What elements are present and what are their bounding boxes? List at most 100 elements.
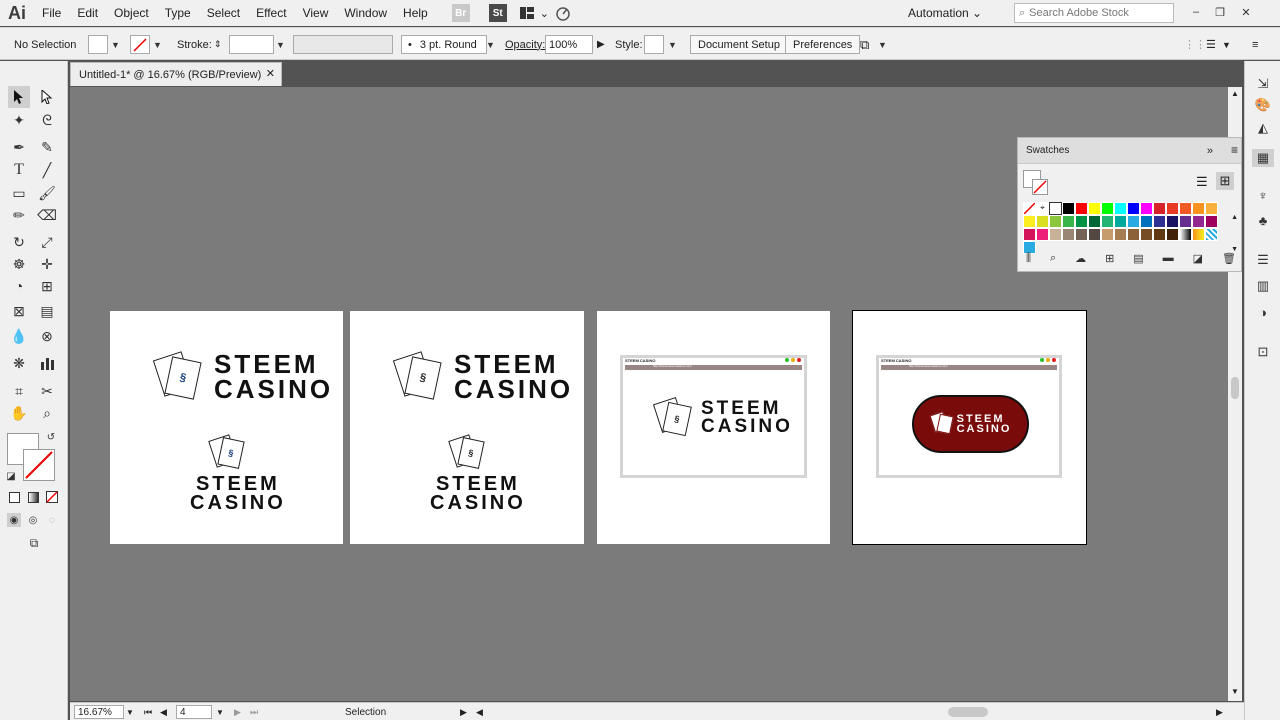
swatch-kind-icon[interactable]: ⌕ — [1050, 252, 1056, 265]
menu-select[interactable]: Select — [199, 0, 248, 26]
arrange-icon[interactable]: ☰ — [1206, 35, 1216, 54]
warp-tool-icon[interactable]: ☸ — [8, 253, 30, 275]
opacity-input[interactable]: 100% — [545, 35, 593, 54]
artboard-2[interactable]: § STEEM CASINO § STEEM CASINO — [350, 311, 584, 544]
swatch[interactable] — [1062, 202, 1075, 215]
scroll-up-icon[interactable]: ▲ — [1231, 89, 1239, 98]
delete-icon[interactable]: 🗑 — [1222, 252, 1236, 265]
transparency-icon[interactable]: ◑ — [1254, 303, 1272, 321]
stroke-color-box[interactable] — [23, 449, 55, 481]
swatch[interactable] — [1114, 228, 1127, 241]
rotate-tool-icon[interactable]: ↻ — [8, 231, 30, 253]
workspace-switcher[interactable]: Automation ⌄ — [908, 0, 982, 26]
appearance-icon[interactable]: ⊡ — [1254, 343, 1272, 361]
gradient-mode-icon[interactable] — [26, 490, 40, 504]
artboard-tool-icon[interactable]: ⌗ — [8, 380, 30, 402]
new-group-icon[interactable]: ▬ — [1163, 252, 1174, 265]
magic-wand-tool-icon[interactable]: ✦ — [8, 109, 30, 131]
list-view-icon[interactable]: ☰ — [1196, 174, 1208, 190]
menu-effect[interactable]: Effect — [248, 0, 294, 26]
eyedropper-tool-icon[interactable]: 💧 — [8, 325, 30, 347]
chevron-down-icon[interactable]: ▼ — [276, 35, 285, 54]
blend-tool-icon[interactable]: ⊗ — [36, 325, 58, 347]
swap-colors-icon[interactable]: ↺ — [44, 430, 58, 444]
chevron-down-icon[interactable]: ▼ — [216, 705, 224, 719]
selection-tool-icon[interactable] — [8, 86, 30, 108]
scale-tool-icon[interactable]: ⤢ — [36, 231, 58, 253]
artboard-1[interactable]: § STEEM CASINO § STEEM CASINO — [110, 311, 343, 544]
preferences-button[interactable]: Preferences — [785, 35, 861, 54]
mesh-tool-icon[interactable]: ⊠ — [8, 300, 30, 322]
eraser-tool-icon[interactable]: ⌫ — [36, 204, 58, 226]
color-group-icon[interactable]: ▤ — [1133, 252, 1143, 265]
swatch[interactable] — [1153, 202, 1166, 215]
artboard-4[interactable]: STEEM CASINO http://www.steemcasino.com/… — [852, 310, 1087, 545]
gpu-performance-icon[interactable] — [555, 4, 571, 22]
menu-help[interactable]: Help — [395, 0, 436, 26]
swatch[interactable] — [1062, 215, 1075, 228]
swatch-libraries-icon[interactable]: ⫼ — [1026, 252, 1031, 265]
style-swatch[interactable] — [644, 35, 664, 54]
stroke-label[interactable]: Stroke: — [177, 35, 212, 54]
hand-tool-icon[interactable]: ✋ — [8, 402, 30, 424]
swatch[interactable] — [1179, 215, 1192, 228]
cloud-library-icon[interactable]: ☁ — [1075, 252, 1086, 265]
opacity-label[interactable]: Opacity: — [505, 35, 545, 54]
status-menu-icon[interactable]: ▶ — [460, 705, 467, 719]
shaper-tool-icon[interactable]: ✏ — [8, 204, 30, 226]
swatch[interactable] — [1127, 202, 1140, 215]
restore-button[interactable]: ❐ — [1210, 3, 1230, 21]
color-mode-icon[interactable] — [7, 490, 21, 504]
direct-selection-tool-icon[interactable] — [36, 86, 58, 108]
fill-swatch[interactable] — [88, 35, 108, 54]
draw-normal-icon[interactable]: ◉ — [7, 513, 21, 527]
scroll-left-icon[interactable]: ◀ — [476, 705, 483, 719]
last-artboard-icon[interactable]: ⏭ — [250, 705, 258, 719]
stroke-icon[interactable]: ☰ — [1254, 251, 1272, 269]
line-tool-icon[interactable]: ╱ — [36, 159, 58, 181]
symbol-sprayer-tool-icon[interactable]: ❋ — [8, 352, 30, 374]
bridge-button[interactable]: Br — [451, 4, 470, 22]
swatch[interactable] — [1049, 215, 1062, 228]
swatch[interactable] — [1192, 228, 1205, 241]
paintbrush-tool-icon[interactable]: 🖌 — [36, 182, 58, 204]
chevron-down-icon[interactable]: ⌄ — [540, 4, 549, 22]
swatch[interactable] — [1075, 215, 1088, 228]
brush-definition[interactable]: • 3 pt. Round — [401, 35, 487, 54]
document-setup-button[interactable]: Document Setup — [690, 35, 788, 54]
draw-behind-icon[interactable]: ◎ — [26, 513, 40, 527]
minimize-button[interactable]: – — [1186, 3, 1206, 21]
registration-swatch[interactable]: ⌖ — [1036, 202, 1049, 215]
swatch[interactable] — [1036, 228, 1049, 241]
screen-mode-icon[interactable]: ⧉ — [24, 535, 44, 551]
swatch[interactable] — [1101, 215, 1114, 228]
stroke-stepper[interactable]: ⇕ — [214, 35, 222, 54]
select-similar-icon[interactable]: ⧉ — [860, 35, 869, 54]
chevron-down-icon[interactable]: ▼ — [668, 35, 677, 54]
horizontal-scrollbar[interactable] — [948, 707, 1090, 717]
stroke-swatch[interactable] — [130, 35, 150, 54]
artboard-number-input[interactable]: 4 — [176, 705, 212, 719]
swatch[interactable] — [1166, 202, 1179, 215]
menu-file[interactable]: File — [34, 0, 69, 26]
none-swatch[interactable] — [1023, 202, 1036, 215]
swatch[interactable] — [1166, 215, 1179, 228]
swatch[interactable] — [1088, 215, 1101, 228]
chevron-down-icon[interactable]: ▼ — [111, 35, 120, 54]
swatch[interactable] — [1140, 228, 1153, 241]
next-artboard-icon[interactable]: ▶ — [234, 705, 241, 719]
swatches-icon[interactable]: ▦ — [1252, 149, 1274, 167]
rectangle-tool-icon[interactable]: ▭ — [8, 182, 30, 204]
swatch[interactable] — [1114, 202, 1127, 215]
swatch[interactable] — [1153, 228, 1166, 241]
perspective-grid-tool-icon[interactable]: ⊞ — [36, 275, 58, 297]
document-tab[interactable]: Untitled-1* @ 16.67% (RGB/Preview) ✕ — [70, 62, 282, 86]
column-graph-tool-icon[interactable] — [36, 352, 58, 374]
swatch[interactable] — [1075, 202, 1088, 215]
panel-menu-icon[interactable]: ≡ — [1252, 35, 1258, 54]
menu-view[interactable]: View — [295, 0, 337, 26]
close-window-button[interactable]: ✕ — [1236, 3, 1256, 21]
swatch[interactable] — [1127, 215, 1140, 228]
lasso-tool-icon[interactable]: ᘓ — [36, 109, 58, 131]
default-colors-icon[interactable]: ◪ — [4, 469, 18, 483]
